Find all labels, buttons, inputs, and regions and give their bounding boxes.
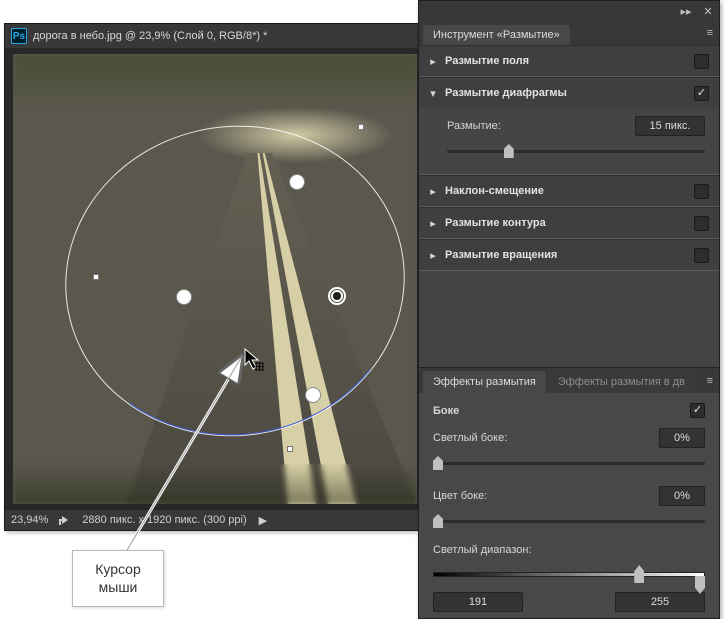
enable-checkbox[interactable] xyxy=(694,184,709,199)
color-bokeh-label: Цвет боке: xyxy=(433,490,487,502)
collapse-icon[interactable]: ▸▸ xyxy=(679,5,693,18)
section-path-blur: ▸ Размытие контура xyxy=(419,207,719,239)
blur-edge-bottom xyxy=(13,464,417,504)
tab-motion-effects[interactable]: Эффекты размытия в дв xyxy=(548,371,695,393)
panel-window-controls: ▸▸ ✕ xyxy=(419,1,719,21)
panel-menu-icon[interactable]: ≡ xyxy=(707,375,713,387)
statusbar-flyout-icon[interactable]: ▶ xyxy=(259,514,267,527)
section-header-spin[interactable]: ▸ Размытие вращения xyxy=(419,240,719,270)
document-dimensions: 2880 пикс. x 1920 пикс. (300 ppi) xyxy=(82,514,246,526)
section-header-path[interactable]: ▸ Размытие контура xyxy=(419,208,719,238)
section-title: Размытие вращения xyxy=(445,249,686,261)
blur-pin-center[interactable] xyxy=(328,287,346,305)
disclosure-right-icon: ▸ xyxy=(429,55,437,68)
section-header-iris[interactable]: ▾ Размытие диафрагмы xyxy=(419,78,719,108)
share-icon[interactable] xyxy=(58,514,72,526)
blur-amount-label: Размытие: xyxy=(447,120,501,132)
zoom-level[interactable]: 23,94% xyxy=(11,514,48,526)
disclosure-right-icon: ▸ xyxy=(429,185,437,198)
enable-checkbox[interactable] xyxy=(694,216,709,231)
document-window: Ps дорога в небо.jpg @ 23,9% (Слой 0, RG… xyxy=(4,23,425,531)
callout-line2: мыши xyxy=(87,579,149,597)
blur-amount-value[interactable]: 15 пикс. xyxy=(635,116,705,136)
section-header-tilt[interactable]: ▸ Наклон-смещение xyxy=(419,176,719,206)
color-bokeh-slider[interactable] xyxy=(433,512,705,530)
ellipse-square-handle[interactable] xyxy=(287,446,293,452)
blur-tools-panel: ▸▸ ✕ Инструмент «Размытие» ≡ ▸ Размытие … xyxy=(418,0,720,619)
panel-tabbar: Инструмент «Размытие» ≡ xyxy=(419,21,719,45)
section-title: Размытие контура xyxy=(445,217,686,229)
light-range-max[interactable]: 255 xyxy=(615,592,705,612)
canvas[interactable] xyxy=(13,54,417,504)
enable-checkbox[interactable] xyxy=(694,86,709,101)
section-title: Размытие диафрагмы xyxy=(445,87,686,99)
feather-handle[interactable] xyxy=(176,289,192,305)
document-titlebar: Ps дорога в небо.jpg @ 23,9% (Слой 0, RG… xyxy=(5,24,424,48)
bokeh-enable-checkbox[interactable] xyxy=(690,403,705,418)
document-statusbar: 23,94% 2880 пикс. x 1920 пикс. (300 ppi)… xyxy=(5,510,424,530)
close-icon[interactable]: ✕ xyxy=(701,5,715,18)
light-bokeh-value[interactable]: 0% xyxy=(659,428,705,448)
photoshop-icon: Ps xyxy=(11,28,27,44)
light-bokeh-slider[interactable] xyxy=(433,454,705,472)
section-spin-blur: ▸ Размытие вращения xyxy=(419,239,719,271)
enable-checkbox[interactable] xyxy=(694,54,709,69)
enable-checkbox[interactable] xyxy=(694,248,709,263)
light-range-label: Светлый диапазон: xyxy=(433,544,705,556)
section-field-blur: ▸ Размытие поля xyxy=(419,45,719,77)
ellipse-square-handle[interactable] xyxy=(93,274,99,280)
tab-blur-tools[interactable]: Инструмент «Размытие» xyxy=(423,25,570,45)
light-bokeh-label: Светлый боке: xyxy=(433,432,507,444)
light-range-min[interactable]: 191 xyxy=(433,592,523,612)
blur-edge-top xyxy=(13,54,417,109)
ellipse-square-handle[interactable] xyxy=(358,124,364,130)
effects-body: Боке Светлый боке: 0% Цвет боке: 0% Свет… xyxy=(419,393,719,618)
color-bokeh-value[interactable]: 0% xyxy=(659,486,705,506)
disclosure-down-icon: ▾ xyxy=(429,87,437,100)
light-range-slider[interactable] xyxy=(433,562,705,586)
tab-blur-effects[interactable]: Эффекты размытия xyxy=(423,371,546,393)
section-title: Наклон-смещение xyxy=(445,185,686,197)
blur-amount-slider[interactable] xyxy=(447,142,705,160)
disclosure-right-icon: ▸ xyxy=(429,249,437,262)
feather-handle[interactable] xyxy=(305,387,321,403)
disclosure-right-icon: ▸ xyxy=(429,217,437,230)
document-title: дорога в небо.jpg @ 23,9% (Слой 0, RGB/8… xyxy=(33,30,267,42)
bokeh-label: Боке xyxy=(433,405,459,417)
section-title: Размытие поля xyxy=(445,55,686,67)
callout-label: Курсор мыши xyxy=(72,550,164,607)
callout-line1: Курсор xyxy=(87,561,149,579)
section-iris-blur: ▾ Размытие диафрагмы Размытие: 15 пикс. xyxy=(419,77,719,175)
feather-handle[interactable] xyxy=(289,174,305,190)
panel-menu-icon[interactable]: ≡ xyxy=(707,27,713,39)
effects-tabbar: Эффекты размытия Эффекты размытия в дв ≡ xyxy=(419,367,719,393)
section-tilt-shift: ▸ Наклон-смещение xyxy=(419,175,719,207)
section-header-field[interactable]: ▸ Размытие поля xyxy=(419,46,719,76)
